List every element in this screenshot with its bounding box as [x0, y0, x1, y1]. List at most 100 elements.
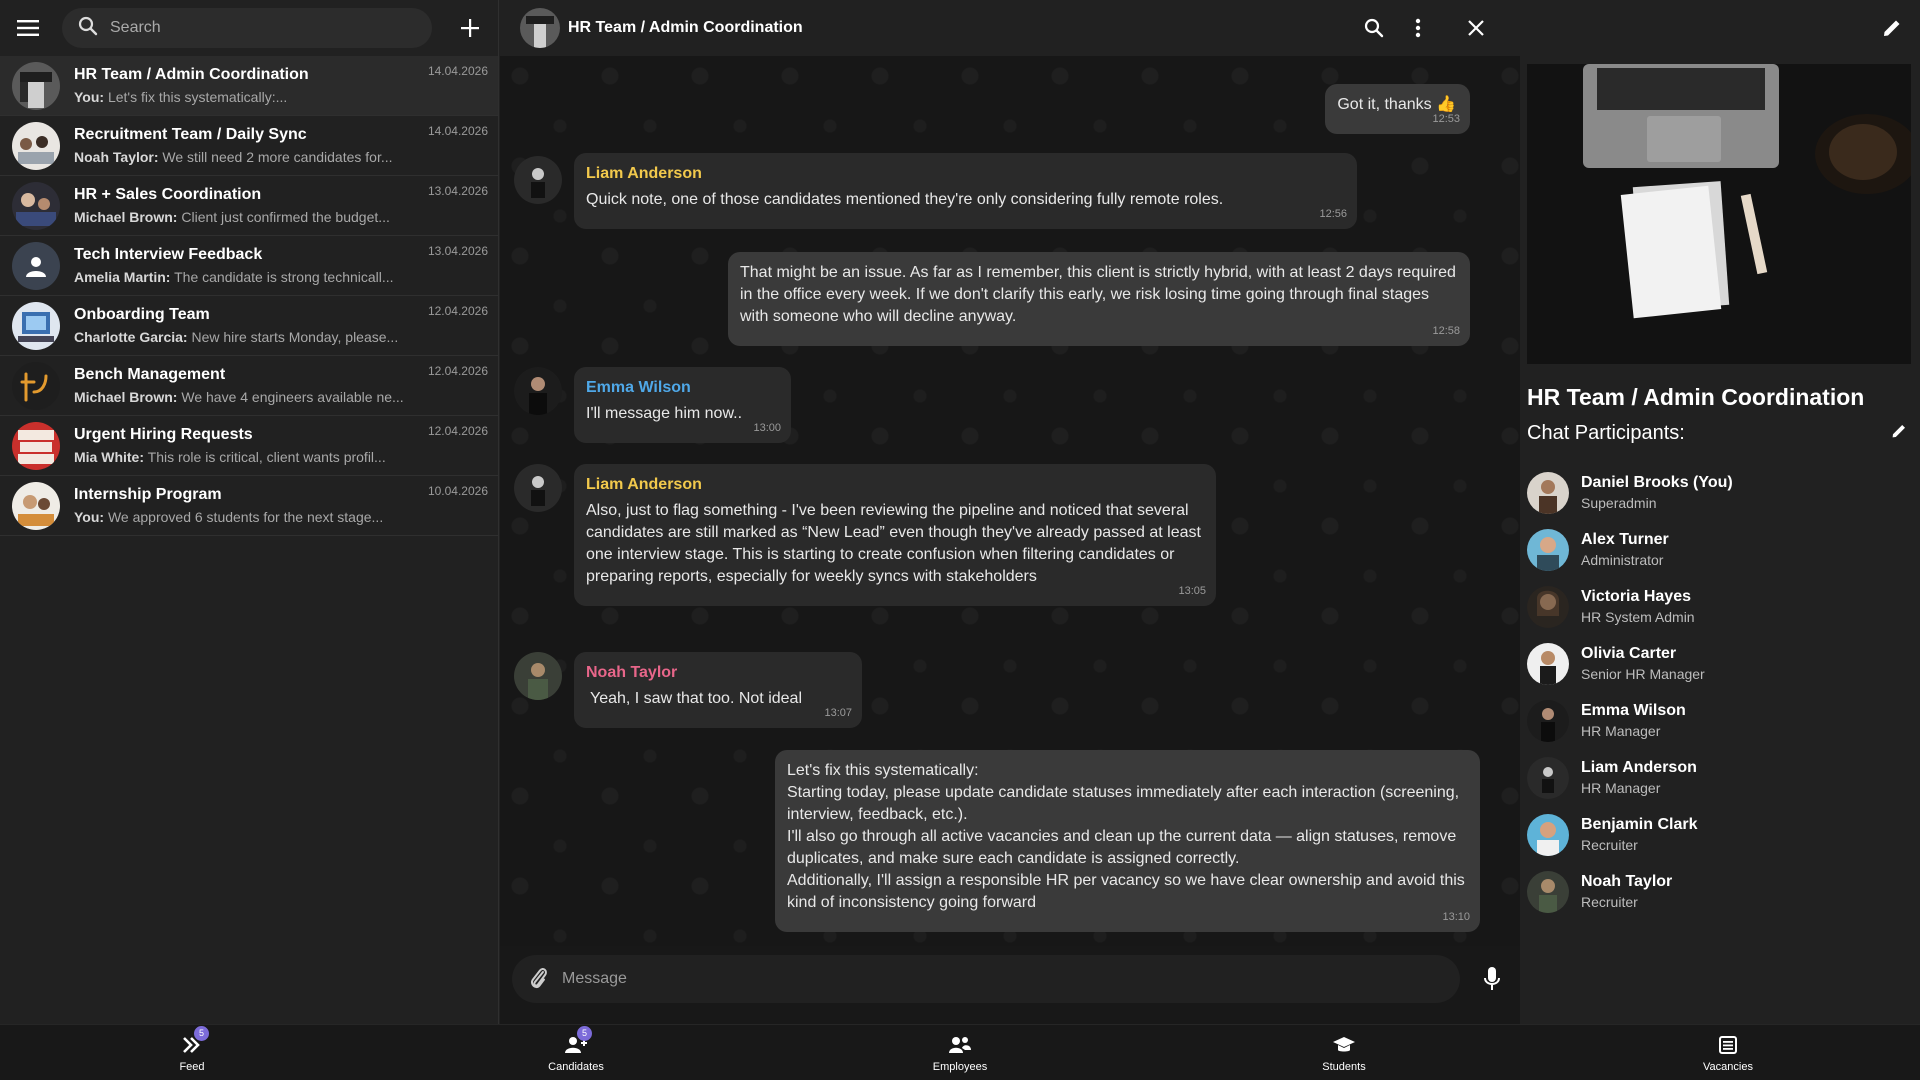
chat-date: 14.04.2026 — [427, 64, 488, 78]
chat-date: 13.04.2026 — [427, 184, 488, 198]
chat-item[interactable]: Tech Interview Feedback Amelia Martin: T… — [0, 236, 498, 296]
avatar — [1527, 870, 1569, 913]
participant-name: Daniel Brooks (You) — [1581, 474, 1733, 491]
participant-item[interactable]: Benjamin Clark Recruiter — [1527, 806, 1907, 863]
chat-avatar — [12, 61, 60, 110]
avatar[interactable] — [514, 464, 562, 512]
participant-role: Senior HR Manager — [1581, 666, 1705, 682]
chat-preview-sender: Michael Brown: — [74, 209, 178, 225]
nav-badge: 5 — [194, 1026, 209, 1041]
avatar[interactable] — [514, 652, 562, 700]
chat-preview: Michael Brown: We have 4 engineers avail… — [74, 389, 414, 405]
participant-role: HR Manager — [1581, 780, 1661, 796]
chat-preview-sender: Michael Brown: — [74, 389, 178, 405]
chat-item[interactable]: Recruitment Team / Daily Sync Noah Taylo… — [0, 116, 498, 176]
message-author[interactable]: Noah Taylor — [586, 662, 850, 684]
message-input[interactable] — [562, 970, 1444, 988]
message-bubble[interactable]: Liam Anderson Also, just to flag somethi… — [574, 464, 1216, 606]
nav-vacancies[interactable]: Vacancies — [1678, 1033, 1778, 1073]
chat-info-title: HR Team / Admin Coordination — [1527, 384, 1865, 410]
edit-participants-icon[interactable] — [1891, 423, 1907, 444]
menu-icon[interactable] — [12, 12, 44, 44]
chat-preview: Amelia Martin: The candidate is strong t… — [74, 269, 414, 285]
chat-date: 12.04.2026 — [427, 364, 488, 378]
chat-avatar — [12, 181, 60, 230]
participant-item[interactable]: Victoria Hayes HR System Admin — [1527, 578, 1907, 635]
app-window: HR Team / Admin Coordination You: Let's … — [0, 0, 1920, 1080]
message-bubble[interactable]: Emma Wilson I'll message him now.. 13:00 — [574, 367, 791, 443]
nav-students[interactable]: Students — [1294, 1033, 1394, 1073]
participant-role: Administrator — [1581, 552, 1664, 568]
message-text: That might be an issue. As far as I reme… — [740, 264, 1456, 325]
participant-role: Superadmin — [1581, 495, 1657, 511]
chat-item[interactable]: Urgent Hiring Requests Mia White: This r… — [0, 416, 498, 476]
message-text: Also, just to flag something - I've been… — [586, 502, 1201, 585]
message-composer — [512, 954, 1510, 1004]
chat-item[interactable]: HR Team / Admin Coordination You: Let's … — [0, 56, 498, 116]
message-text: Yeah, I saw that too. Not ideal — [590, 690, 802, 707]
participant-role: Recruiter — [1581, 894, 1638, 910]
chat-preview-sender: Charlotte Garcia: — [74, 329, 188, 345]
message-time: 12:56 — [1319, 208, 1347, 220]
message-author[interactable]: Emma Wilson — [586, 377, 779, 399]
participant-name: Olivia Carter — [1581, 645, 1677, 662]
paperclip-icon[interactable] — [528, 964, 548, 995]
message-bubble[interactable]: Noah Taylor Yeah, I saw that too. Not id… — [574, 652, 862, 728]
avatar — [1527, 528, 1569, 571]
conversation-avatar[interactable] — [520, 8, 560, 48]
chat-preview-text: The candidate is strong technicall... — [174, 269, 394, 285]
chat-preview-sender: Noah Taylor: — [74, 149, 159, 165]
participant-item[interactable]: Emma Wilson HR Manager — [1527, 692, 1907, 749]
search-icon[interactable] — [1358, 12, 1390, 44]
avatar[interactable] — [514, 367, 562, 415]
chat-preview: You: Let's fix this systematically:... — [74, 89, 414, 105]
message-row: Let's fix this systematically: Starting … — [775, 750, 1480, 932]
chat-item[interactable]: Bench Management Michael Brown: We have … — [0, 356, 498, 416]
conversation-pane: HR Team / Admin Coordination Got it, tha… — [500, 0, 1520, 1024]
chat-preview-sender: You: — [74, 509, 105, 525]
chat-date: 14.04.2026 — [427, 124, 488, 138]
participant-role: HR System Admin — [1581, 609, 1695, 625]
participant-item[interactable]: Daniel Brooks (You) Superadmin — [1527, 464, 1907, 521]
nav-feed[interactable]: 5 Feed — [142, 1026, 242, 1073]
participant-item[interactable]: Olivia Carter Senior HR Manager — [1527, 635, 1907, 692]
message-bubble[interactable]: That might be an issue. As far as I reme… — [728, 252, 1470, 346]
chat-item[interactable]: Internship Program You: We approved 6 st… — [0, 476, 498, 536]
message-author[interactable]: Liam Anderson — [586, 163, 1345, 185]
message-bubble[interactable]: Let's fix this systematically: Starting … — [775, 750, 1480, 932]
participant-item[interactable]: Liam Anderson HR Manager — [1527, 749, 1907, 806]
chat-preview: Noah Taylor: We still need 2 more candid… — [74, 149, 414, 165]
avatar — [1527, 642, 1569, 685]
message-bubble[interactable]: Got it, thanks 👍 12:53 — [1325, 84, 1470, 134]
participant-item[interactable]: Alex Turner Administrator — [1527, 521, 1907, 578]
nav-label: Vacancies — [1703, 1061, 1753, 1073]
microphone-icon[interactable] — [1474, 961, 1510, 997]
sidebar-toolbar — [0, 0, 498, 56]
chat-preview-sender: Mia White: — [74, 449, 144, 465]
message-author[interactable]: Liam Anderson — [586, 474, 1204, 496]
participant-item[interactable]: Noah Taylor Recruiter — [1527, 863, 1907, 920]
new-chat-plus-icon[interactable] — [454, 12, 486, 44]
chat-preview-text: New hire starts Monday, please... — [191, 329, 399, 345]
close-icon[interactable] — [1460, 12, 1492, 44]
chat-date: 12.04.2026 — [427, 304, 488, 318]
nav-employees[interactable]: Employees — [910, 1033, 1010, 1073]
message-bubble[interactable]: Liam Anderson Quick note, one of those c… — [574, 153, 1357, 229]
more-vertical-icon[interactable] — [1402, 12, 1434, 44]
chat-date: 13.04.2026 — [427, 244, 488, 258]
chat-item[interactable]: HR + Sales Coordination Michael Brown: C… — [0, 176, 498, 236]
graduation-cap-icon — [1333, 1037, 1355, 1052]
message-row: Emma Wilson I'll message him now.. 13:00 — [574, 367, 791, 443]
message-text: I'll message him now.. — [586, 405, 743, 422]
search-input[interactable] — [110, 19, 416, 37]
search-box[interactable] — [62, 8, 432, 48]
message-row: Noah Taylor Yeah, I saw that too. Not id… — [574, 652, 862, 728]
nav-label: Feed — [179, 1061, 205, 1073]
avatar — [1527, 813, 1569, 856]
conversation-title[interactable]: HR Team / Admin Coordination — [568, 19, 1358, 37]
chat-item[interactable]: Onboarding Team Charlotte Garcia: New hi… — [0, 296, 498, 356]
edit-pencil-icon[interactable] — [1876, 12, 1908, 44]
composer-field[interactable] — [512, 955, 1460, 1003]
nav-candidates[interactable]: 5 Candidates — [526, 1026, 626, 1073]
avatar[interactable] — [514, 156, 562, 204]
